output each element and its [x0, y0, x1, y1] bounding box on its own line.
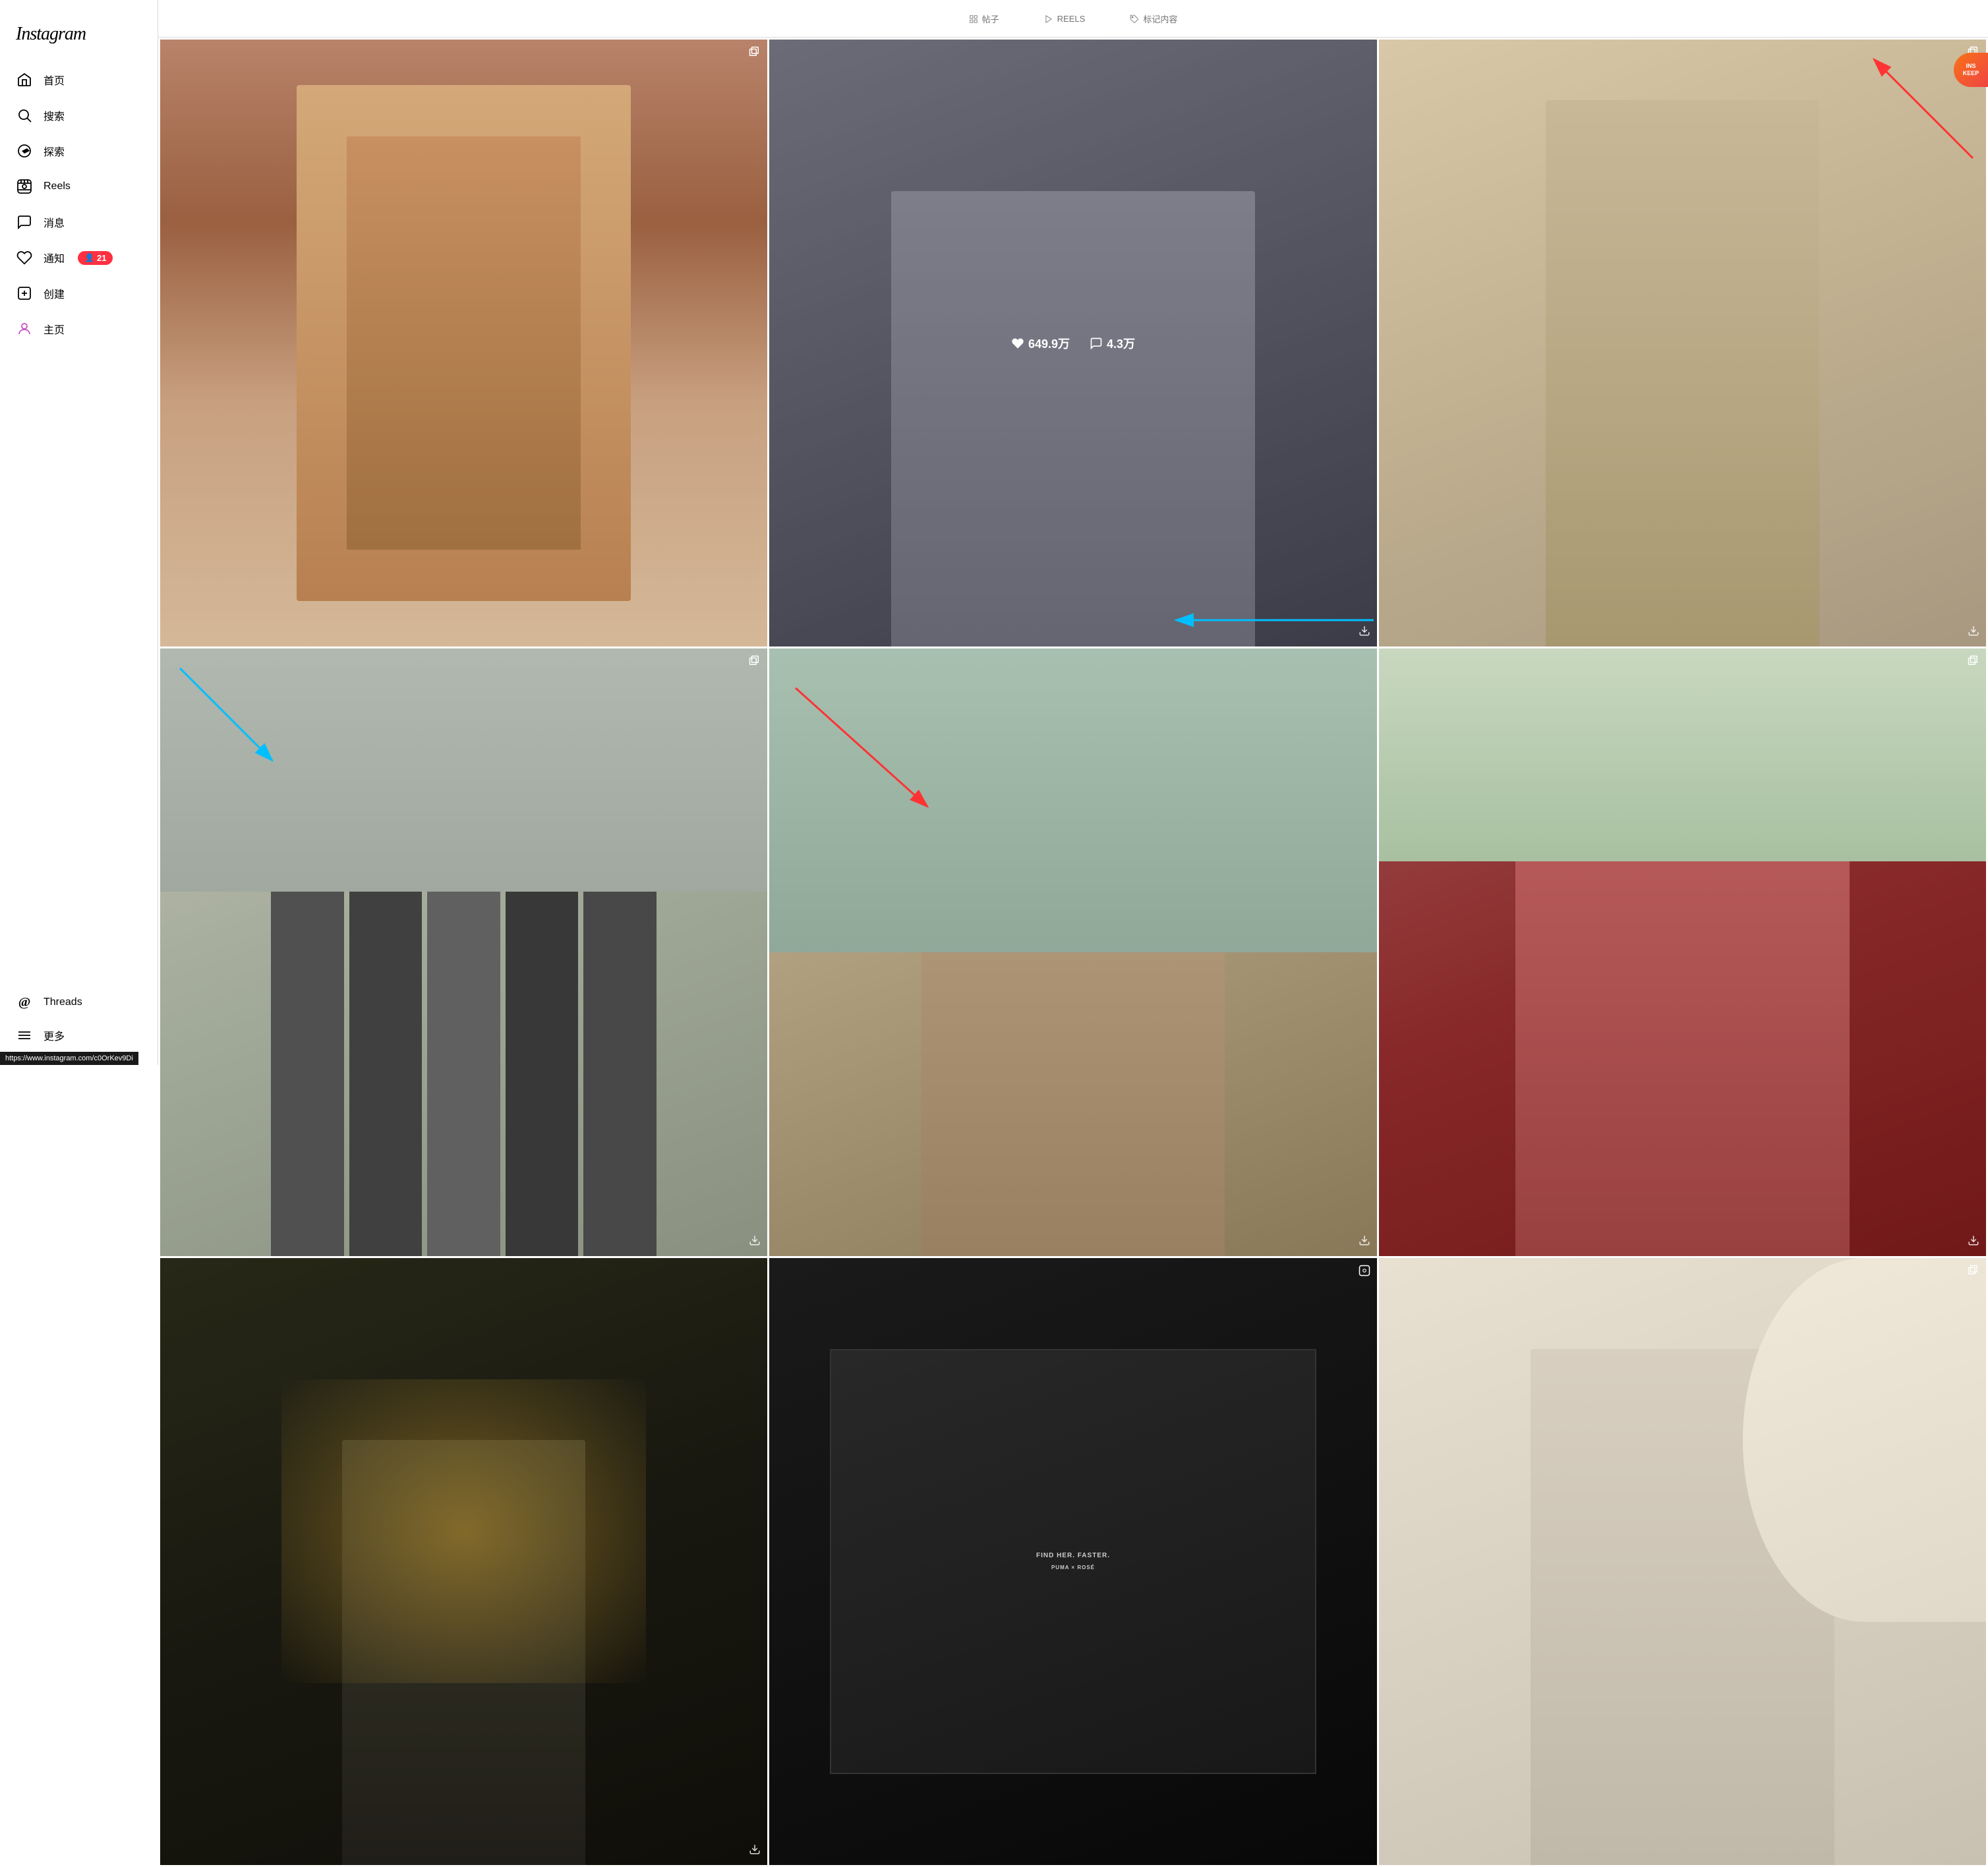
download-icon[interactable]: [1359, 625, 1370, 640]
notifications-label: 通知: [44, 250, 65, 266]
heart-icon: [16, 249, 33, 266]
likes-stat-8: ❤️ —: [1060, 1555, 1086, 1568]
explore-icon: [16, 142, 33, 159]
profile-tabs: 帖子 REELS 标记内容: [158, 0, 1988, 38]
tab-tagged-label: 标记内容: [1143, 13, 1177, 25]
ins-keep-button[interactable]: INS KEEP: [1954, 53, 1988, 87]
sidebar-bottom: @ Threads 更多: [8, 986, 150, 1052]
download-icon-4[interactable]: [749, 1234, 761, 1249]
comments-badge: 4.3万: [1090, 335, 1135, 352]
search-label: 搜索: [44, 107, 65, 123]
threads-icon: @: [16, 994, 33, 1011]
tab-posts[interactable]: 帖子: [966, 7, 1002, 30]
home-label: 首页: [44, 72, 65, 88]
search-icon: [16, 107, 33, 124]
sidebar-item-create[interactable]: 创建: [8, 277, 150, 310]
grid-item-2[interactable]: 649.9万 4.3万: [769, 40, 1376, 646]
download-icon-3[interactable]: [1968, 625, 1979, 640]
grid-item-8[interactable]: FIND HER. FASTER. PUMA × ROSÉ ❤️ —: [769, 1258, 1376, 1865]
tab-reels[interactable]: REELS: [1041, 7, 1088, 30]
more-label: 更多: [44, 1027, 65, 1043]
threads-label: Threads: [44, 996, 82, 1008]
likes-stat: ❤️ —: [450, 337, 477, 350]
messages-icon: [16, 214, 33, 231]
messages-label: 消息: [44, 214, 65, 230]
sidebar-item-notifications[interactable]: 通知 👤 21: [8, 241, 150, 274]
explore-label: 探索: [44, 143, 65, 159]
create-label: 创建: [44, 285, 65, 301]
instagram-logo: Instagram: [8, 13, 150, 61]
sidebar-item-threads[interactable]: @ Threads: [8, 986, 150, 1019]
grid-item-5[interactable]: [769, 648, 1376, 1255]
main-content: 帖子 REELS 标记内容: [158, 0, 1988, 1867]
url-bar: https://www.instagram.com/c0OrKev9Di: [0, 1052, 138, 1065]
ins-keep-line1: INS: [1966, 63, 1975, 70]
ins-keep-line2: KEEP: [1963, 70, 1979, 77]
grid-item-7[interactable]: ❤️ —: [160, 1258, 767, 1865]
sidebar-item-home[interactable]: 首页: [8, 63, 150, 96]
url-text: https://www.instagram.com/c0OrKev9Di: [5, 1054, 133, 1062]
likes-badge: 649.9万: [1011, 335, 1070, 352]
grid-item-3[interactable]: [1379, 40, 1986, 646]
download-icon-6[interactable]: [1968, 1234, 1979, 1249]
home-icon: [16, 71, 33, 88]
reels-icon: [16, 178, 33, 195]
download-icon-5[interactable]: [1359, 1234, 1370, 1249]
notification-badge: 👤 21: [78, 251, 113, 265]
sidebar-item-profile[interactable]: 主页: [8, 312, 150, 345]
sidebar-item-more[interactable]: 更多: [8, 1019, 150, 1052]
profile-icon: [16, 320, 33, 337]
grid-item-9[interactable]: ❤️ —: [1379, 1258, 1986, 1865]
tab-posts-label: 帖子: [982, 13, 999, 25]
grid-item-4[interactable]: [160, 648, 767, 1255]
sidebar: Instagram 首页 搜索 探索 Reels 消息 通知: [0, 0, 158, 1065]
tab-tagged[interactable]: 标记内容: [1127, 7, 1180, 30]
more-icon: [16, 1027, 33, 1044]
tab-reels-label: REELS: [1057, 14, 1086, 24]
likes-stat-9: ❤️ —: [1669, 1555, 1695, 1568]
grid-item-6[interactable]: [1379, 648, 1986, 1255]
person-icon: 👤: [84, 253, 94, 262]
profile-label: 主页: [44, 321, 65, 337]
sidebar-item-reels[interactable]: Reels: [8, 170, 150, 203]
likes-stat-7: ❤️ —: [450, 1555, 477, 1568]
multi-photo-icon-6: [1968, 655, 1979, 670]
reels-label: Reels: [44, 181, 71, 192]
create-icon: [16, 285, 33, 302]
stats-overlay: 649.9万 4.3万: [769, 40, 1376, 646]
multi-photo-icon-4: [749, 655, 761, 670]
photo-grid: ❤️ — 649.9万 4.3万: [158, 38, 1988, 1867]
grid-item-1[interactable]: ❤️ —: [160, 40, 767, 646]
badge-count: 21: [97, 253, 106, 263]
sidebar-item-messages[interactable]: 消息: [8, 206, 150, 239]
sidebar-item-search[interactable]: 搜索: [8, 99, 150, 132]
sidebar-item-explore[interactable]: 探索: [8, 134, 150, 167]
